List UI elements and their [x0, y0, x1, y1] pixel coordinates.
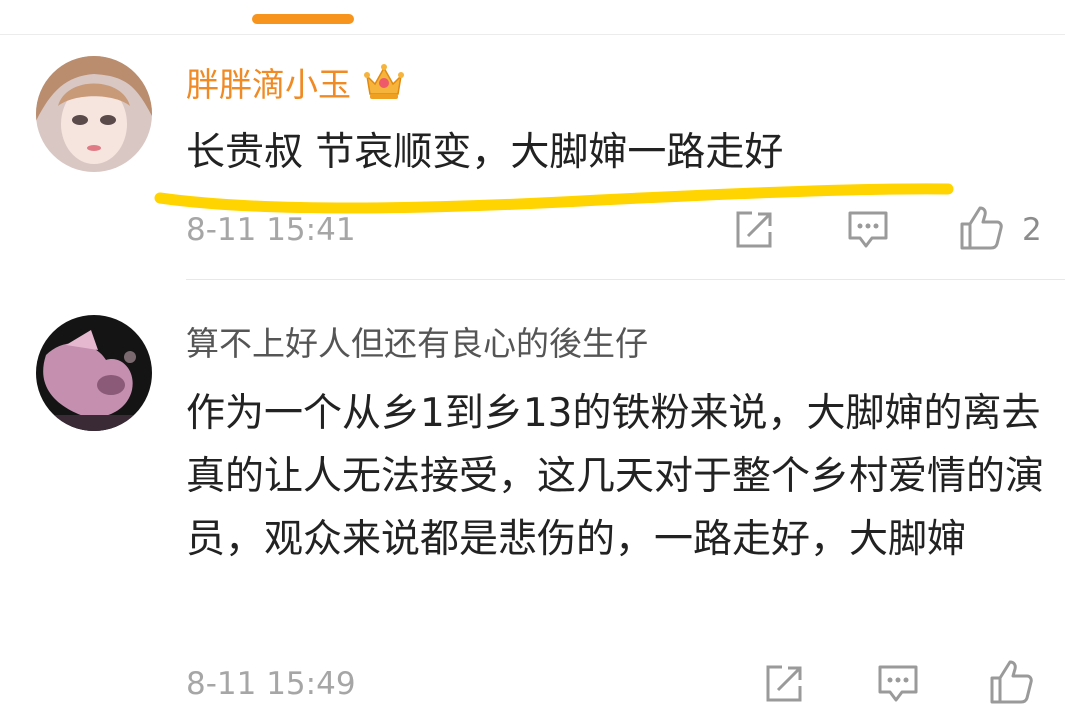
avatar[interactable] — [36, 315, 152, 431]
thumbs-up-icon — [990, 660, 1033, 704]
timestamp: 8-11 15:49 — [186, 666, 356, 702]
active-tab-indicator — [252, 14, 354, 24]
username-label: 胖胖滴小玉 — [186, 65, 351, 104]
highlight-underline — [154, 183, 954, 214]
like-count: 2 — [1022, 212, 1042, 248]
reply-button[interactable] — [876, 662, 920, 706]
comment-text: 作为一个从乡1到乡13的铁粉来说，大脚婶的离去真的让人无法接受，这几天对于整个乡… — [186, 391, 1045, 562]
share-button[interactable] — [732, 208, 776, 252]
avatar[interactable] — [36, 56, 152, 172]
share-button[interactable] — [762, 662, 806, 706]
comment-icon — [848, 211, 888, 248]
comment-icon — [878, 665, 918, 702]
like-button[interactable] — [988, 658, 1034, 706]
reply-button[interactable] — [846, 208, 890, 252]
timestamp: 8-11 15:41 — [186, 212, 356, 248]
comment-text: 长贵叔 节哀顺变，大脚婶一路走好 — [186, 130, 784, 175]
share-icon — [766, 665, 802, 702]
like-button[interactable] — [958, 204, 1004, 252]
thumbs-up-icon — [960, 206, 1003, 250]
username[interactable]: 算不上好人但还有良心的後生仔 — [186, 324, 648, 364]
username[interactable]: 胖胖滴小玉 — [186, 62, 405, 111]
crown-icon — [363, 62, 405, 111]
top-divider — [0, 34, 1065, 35]
comment-divider — [186, 279, 1065, 280]
share-icon — [736, 211, 772, 248]
